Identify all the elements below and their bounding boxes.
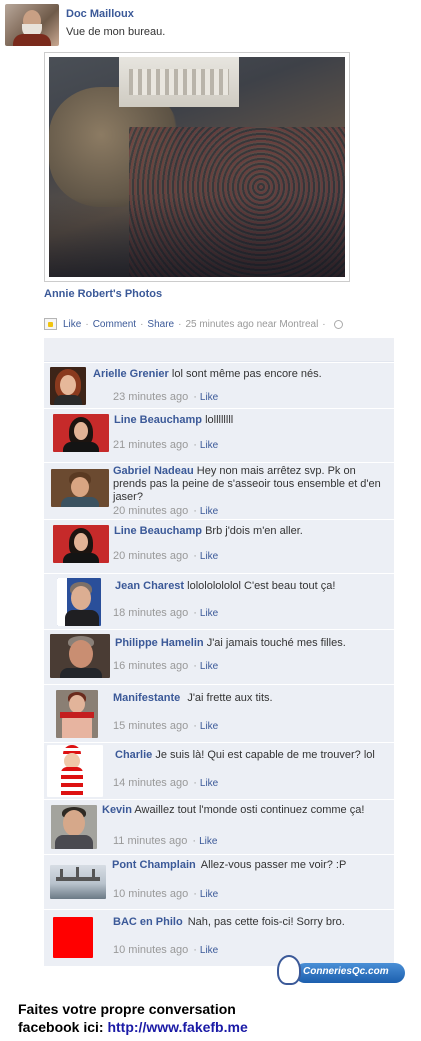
post-text: Vue de mon bureau. — [66, 26, 166, 38]
commenter-avatar[interactable] — [50, 865, 106, 899]
comment-text: J'ai jamais touché mes filles. — [206, 637, 346, 649]
logo-text: ConneriesQc.com — [303, 966, 389, 977]
mascot-icon — [277, 955, 301, 985]
share-link[interactable]: Share — [147, 319, 174, 330]
commenter-name[interactable]: Line Beauchamp — [114, 414, 202, 426]
comment-item: Jean Charest lolololololol C'est beau to… — [44, 573, 394, 629]
comment-like-link[interactable]: Like — [200, 778, 218, 789]
comment-time[interactable]: 10 minutes ago — [113, 888, 188, 900]
post-timestamp[interactable]: 25 minutes ago near Montreal — [185, 319, 318, 330]
commenter-avatar[interactable] — [51, 469, 109, 507]
commenter-name[interactable]: Kevin — [102, 804, 132, 816]
commenter-name[interactable]: Charlie — [115, 749, 152, 761]
comment-text: lollllllll — [205, 414, 234, 426]
comment-time[interactable]: 11 minutes ago — [113, 835, 187, 847]
comment-item: Line Beauchamp Brb j'dois m'en aller. 20… — [44, 519, 394, 573]
commenter-avatar[interactable] — [53, 525, 109, 563]
commenter-avatar[interactable] — [51, 805, 97, 849]
commenter-name[interactable]: Jean Charest — [115, 580, 184, 592]
comment-like-link[interactable]: Like — [200, 506, 218, 517]
comment-like-link[interactable]: Like — [200, 945, 218, 956]
globe-icon[interactable] — [333, 319, 343, 329]
commenter-avatar[interactable] — [47, 745, 103, 797]
commenter-name[interactable]: Manifestante — [113, 692, 180, 704]
comment-text: Je suis là! Qui est capable de me trouve… — [155, 749, 375, 761]
comment-like-link[interactable]: Like — [200, 551, 218, 562]
comment-text: Allez-vous passer me voir? :P — [200, 859, 347, 871]
footer-url-link[interactable]: http://www.fakefb.me — [107, 1019, 247, 1035]
post-author-avatar[interactable] — [5, 4, 59, 46]
comment-text: Nah, pas cette fois-ci! Sorry bro. — [187, 916, 345, 928]
commenter-name[interactable]: Pont Champlain — [112, 859, 196, 871]
conneriesqc-logo: ConneriesQc.com — [277, 955, 407, 987]
commenter-avatar[interactable] — [50, 367, 86, 405]
commenter-name[interactable]: BAC en Philo — [113, 916, 183, 928]
photos-album-link[interactable]: Annie Robert's Photos — [44, 288, 162, 300]
commenter-avatar[interactable] — [53, 414, 109, 452]
comment-item: Arielle Grenier lol sont même pas encore… — [44, 362, 394, 408]
commenter-avatar[interactable] — [50, 634, 110, 678]
comment-time[interactable]: 20 minutes ago — [113, 505, 188, 517]
comment-text: lolololololol C'est beau tout ça! — [187, 580, 336, 592]
comment-text: lol sont même pas encore nés. — [171, 368, 322, 380]
avatar-shirt — [13, 34, 51, 46]
comment-time[interactable]: 18 minutes ago — [113, 607, 188, 619]
comment-time[interactable]: 23 minutes ago — [113, 391, 188, 403]
comments-top-strip — [44, 338, 394, 362]
comment-item: Charlie Je suis là! Qui est capable de m… — [44, 742, 394, 799]
comment-text: Awaillez tout l'monde osti continuez com… — [134, 804, 365, 816]
comment-item: Gabriel Nadeau Hey non mais arrêtez svp.… — [44, 462, 394, 519]
commenter-avatar[interactable] — [53, 917, 93, 958]
comment-like-link[interactable]: Like — [199, 836, 217, 847]
logo-pill: ConneriesQc.com — [295, 963, 405, 983]
commenter-name[interactable]: Philippe Hamelin — [115, 637, 204, 649]
comment-link[interactable]: Comment — [93, 319, 136, 330]
comment-time[interactable]: 21 minutes ago — [113, 439, 188, 451]
comment-like-link[interactable]: Like — [200, 392, 218, 403]
post-photo[interactable] — [44, 52, 350, 282]
comment-like-link[interactable]: Like — [200, 440, 218, 451]
comment-time[interactable]: 16 minutes ago — [113, 660, 188, 672]
post-action-bar: Like · Comment · Share · 25 minutes ago … — [44, 317, 343, 331]
post-type-icon — [44, 318, 57, 330]
commenter-name[interactable]: Arielle Grenier — [93, 368, 169, 380]
comment-text: Brb j'dois m'en aller. — [205, 525, 303, 537]
comment-like-link[interactable]: Like — [200, 661, 218, 672]
comment-item: Philippe Hamelin J'ai jamais touché mes … — [44, 629, 394, 684]
comments-panel: Arielle Grenier lol sont même pas encore… — [44, 338, 394, 966]
comment-time[interactable]: 20 minutes ago — [113, 550, 188, 562]
commenter-avatar[interactable] — [57, 578, 101, 626]
comment-text: J'ai frette aux tits. — [187, 692, 273, 704]
comment-like-link[interactable]: Like — [200, 608, 218, 619]
photo-image — [49, 57, 345, 277]
footer-line-2: facebook ici: http://www.fakefb.me — [18, 1018, 248, 1036]
footer-prefix: facebook ici: — [18, 1019, 108, 1035]
comment-time[interactable]: 10 minutes ago — [113, 944, 188, 956]
commenter-name[interactable]: Gabriel Nadeau — [113, 465, 194, 477]
commenter-name[interactable]: Line Beauchamp — [114, 525, 202, 537]
comment-item: Pont Champlain Allez-vous passer me voir… — [44, 854, 394, 909]
post-author-name[interactable]: Doc Mailloux — [66, 8, 134, 20]
comment-item: Manifestante J'ai frette aux tits. 15 mi… — [44, 684, 394, 742]
comment-time[interactable]: 15 minutes ago — [113, 720, 188, 732]
footer-promo: Faites votre propre conversation faceboo… — [18, 1000, 248, 1036]
comment-time[interactable]: 14 minutes ago — [113, 777, 188, 789]
comment-item: Line Beauchamp lollllllll 21 minutes ago… — [44, 408, 394, 462]
comment-like-link[interactable]: Like — [200, 721, 218, 732]
commenter-avatar[interactable] — [56, 690, 98, 738]
comment-like-link[interactable]: Like — [200, 889, 218, 900]
comment-item: Kevin Awaillez tout l'monde osti continu… — [44, 799, 394, 854]
footer-line-1: Faites votre propre conversation — [18, 1001, 236, 1017]
like-link[interactable]: Like — [63, 319, 81, 330]
